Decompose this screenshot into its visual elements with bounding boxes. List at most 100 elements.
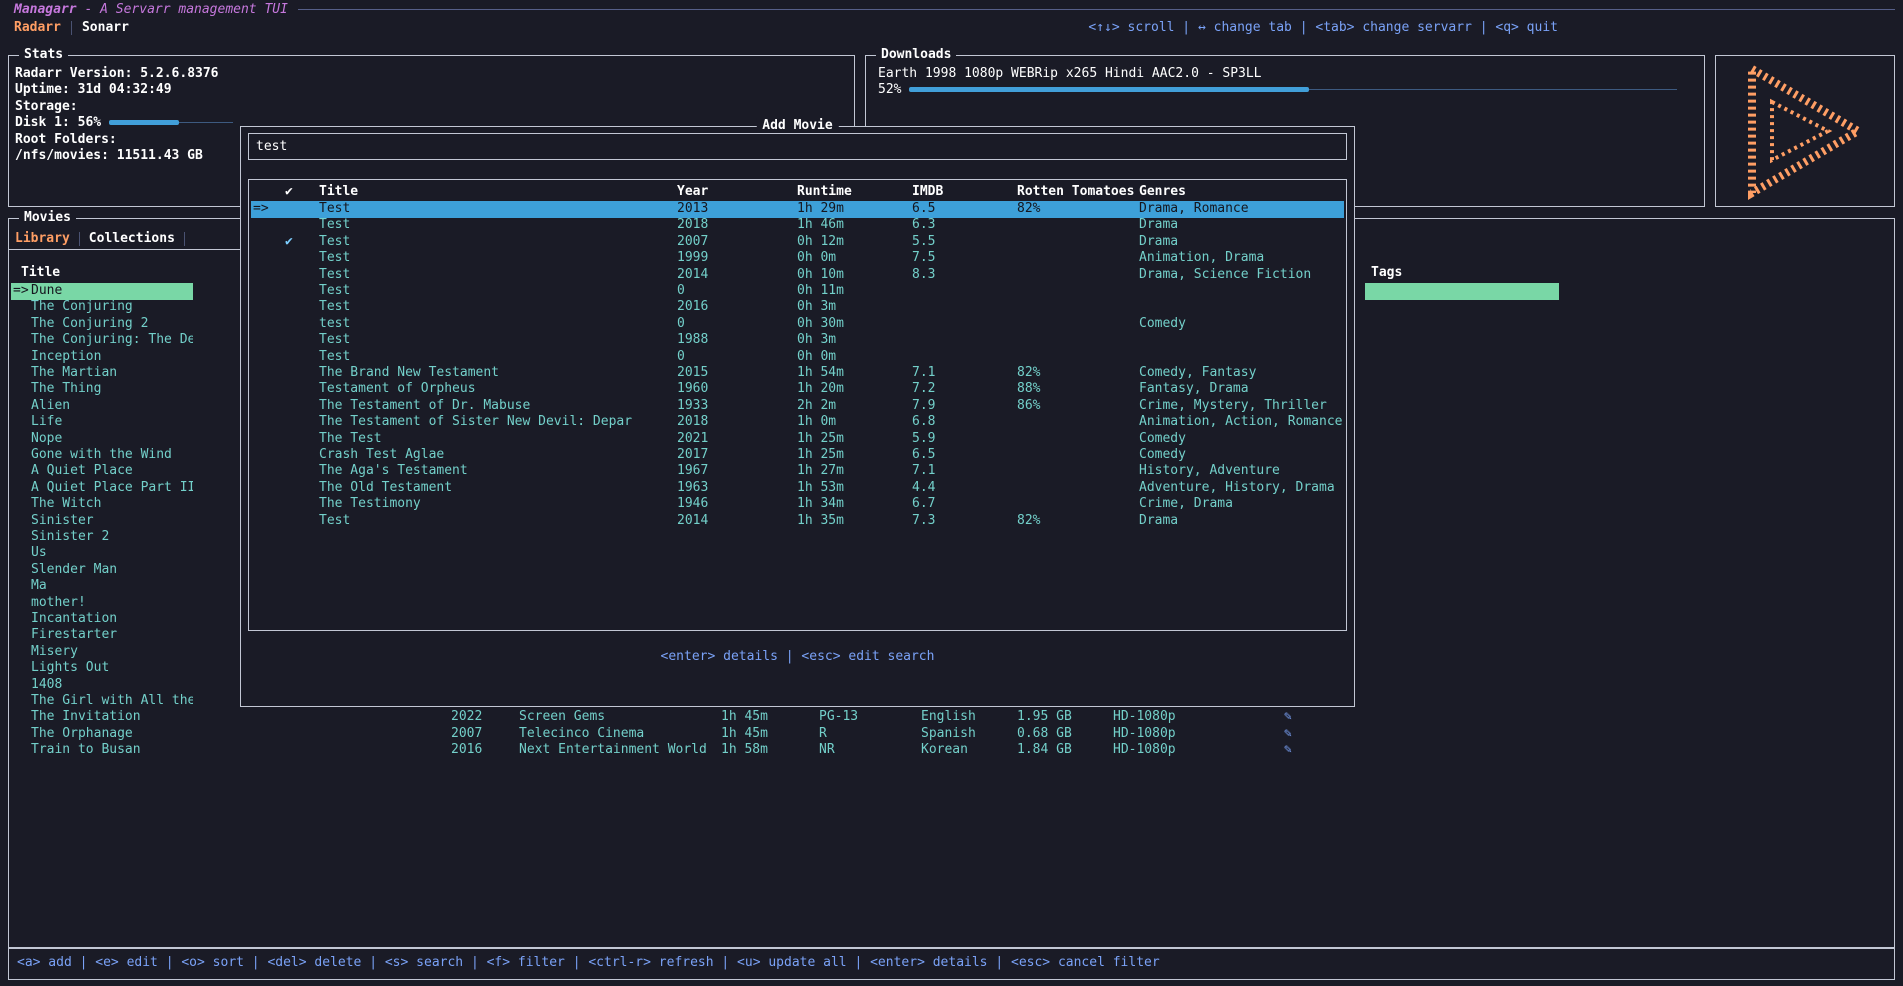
list-item[interactable]: The Conjuring bbox=[11, 299, 193, 316]
list-item[interactable]: Firestarter bbox=[11, 627, 193, 644]
titlebar: Managarr - A Servarr management TUI bbox=[14, 1, 1895, 18]
movie-year: 2007 bbox=[451, 726, 482, 742]
search-result-row[interactable]: The Testament of Sister New Devil: Depar… bbox=[251, 414, 1344, 431]
result-genres: Crime, Drama bbox=[1139, 496, 1233, 512]
keybind-hints-top: <↑↓> scroll | ↔ change tab | <tab> chang… bbox=[1088, 20, 1558, 36]
search-result-row[interactable]: test 0 0h 30m Comedy bbox=[251, 316, 1344, 333]
result-imdb: 7.9 bbox=[912, 398, 935, 414]
result-genres: Comedy bbox=[1139, 316, 1186, 332]
result-runtime: 0h 30m bbox=[797, 316, 844, 332]
list-item[interactable]: Gone with the Wind bbox=[11, 447, 193, 464]
movie-title: Us bbox=[31, 545, 47, 561]
list-item[interactable]: The Girl with All the bbox=[11, 693, 193, 710]
movie-certification: R bbox=[819, 726, 827, 742]
list-item[interactable]: Incantation bbox=[11, 611, 193, 628]
title-rule bbox=[298, 9, 1895, 10]
movie-title: Incantation bbox=[31, 611, 117, 627]
result-runtime: 1h 46m bbox=[797, 217, 844, 233]
movie-title: Sinister bbox=[31, 513, 94, 529]
list-item[interactable]: => Dune bbox=[11, 283, 193, 300]
list-item[interactable]: Alien bbox=[11, 398, 193, 415]
result-year: 1946 bbox=[677, 496, 708, 512]
bottom-help-bar: <a> add | <e> edit | <o> sort | <del> de… bbox=[8, 948, 1895, 980]
search-result-row[interactable]: Test 0 0h 11m bbox=[251, 283, 1344, 300]
list-item[interactable]: Sinister bbox=[11, 513, 193, 530]
result-rotten-tomatoes: 82% bbox=[1017, 365, 1040, 381]
search-result-row[interactable]: Test 2014 0h 10m 8.3 Drama, Science Fict… bbox=[251, 267, 1344, 284]
list-item[interactable]: Misery bbox=[11, 644, 193, 661]
movie-title: The Conjuring: The De bbox=[31, 332, 193, 348]
list-item[interactable]: Ma bbox=[11, 578, 193, 595]
result-title: The Test bbox=[319, 431, 382, 447]
movie-language: Korean bbox=[921, 742, 968, 758]
result-genres: Drama bbox=[1139, 234, 1178, 250]
search-result-row[interactable]: Crash Test Aglae 2017 1h 25m 6.5 Comedy bbox=[251, 447, 1344, 464]
result-title: The Testimony bbox=[319, 496, 421, 512]
tags-cell-selected[interactable] bbox=[1365, 283, 1559, 300]
list-item[interactable]: Sinister 2 bbox=[11, 529, 193, 546]
list-item[interactable]: Life bbox=[11, 414, 193, 431]
table-row[interactable]: 2007 Telecinco Cinema 1h 45m R Spanish 0… bbox=[9, 726, 1894, 743]
tab-radarr[interactable]: Radarr bbox=[14, 20, 61, 36]
list-item[interactable]: Lights Out bbox=[11, 660, 193, 677]
list-item[interactable]: The Thing bbox=[11, 381, 193, 398]
result-rotten-tomatoes: 82% bbox=[1017, 201, 1040, 217]
movie-title: The Martian bbox=[31, 365, 117, 381]
search-result-row[interactable]: The Old Testament 1963 1h 53m 4.4 Advent… bbox=[251, 480, 1344, 497]
result-genres: Comedy bbox=[1139, 447, 1186, 463]
column-header-tags: Tags bbox=[1371, 265, 1402, 281]
search-result-row[interactable]: Test 2018 1h 46m 6.3 Drama bbox=[251, 217, 1344, 234]
search-result-row[interactable]: => Test 2013 1h 29m 6.5 82% Drama, Roman… bbox=[251, 201, 1344, 218]
list-item[interactable]: The Witch bbox=[11, 496, 193, 513]
result-imdb: 6.5 bbox=[912, 201, 935, 217]
table-row[interactable]: 2022 Screen Gems 1h 45m PG-13 English 1.… bbox=[9, 709, 1894, 726]
search-result-row[interactable]: Test 1988 0h 3m bbox=[251, 332, 1344, 349]
list-item[interactable]: Us bbox=[11, 545, 193, 562]
search-result-row[interactable]: Test 1999 0h 0m 7.5 Animation, Drama bbox=[251, 250, 1344, 267]
result-genres: Drama, Romance bbox=[1139, 201, 1249, 217]
selection-marker: => bbox=[13, 283, 29, 299]
list-item[interactable]: mother! bbox=[11, 595, 193, 612]
logo-panel bbox=[1715, 55, 1895, 207]
list-item[interactable]: A Quiet Place bbox=[11, 463, 193, 480]
movie-runtime: 1h 45m bbox=[721, 709, 768, 725]
movie-title: A Quiet Place bbox=[31, 463, 133, 479]
movie-title: Inception bbox=[31, 349, 101, 365]
search-result-row[interactable]: Test 2016 0h 3m bbox=[251, 299, 1344, 316]
search-result-row[interactable]: ✔ Test 2007 0h 12m 5.5 Drama bbox=[251, 234, 1344, 251]
list-item[interactable]: Inception bbox=[11, 349, 193, 366]
list-item[interactable]: The Martian bbox=[11, 365, 193, 382]
pencil-icon: ✎ bbox=[1284, 742, 1292, 758]
list-item[interactable]: The Conjuring 2 bbox=[11, 316, 193, 333]
search-result-row[interactable]: Test 2014 1h 35m 7.3 82% Drama bbox=[251, 513, 1344, 530]
search-result-row[interactable]: The Aga's Testament 1967 1h 27m 7.1 Hist… bbox=[251, 463, 1344, 480]
list-item[interactable]: Nope bbox=[11, 431, 193, 448]
result-runtime: 1h 25m bbox=[797, 447, 844, 463]
download-progress: 52% bbox=[878, 82, 1694, 98]
result-title: Test bbox=[319, 349, 350, 365]
search-result-row[interactable]: The Testimony 1946 1h 34m 6.7 Crime, Dra… bbox=[251, 496, 1344, 513]
result-title: The Testament of Sister New Devil: Depar bbox=[319, 414, 632, 430]
tab-sonarr[interactable]: Sonarr bbox=[82, 20, 129, 36]
search-result-row[interactable]: Testament of Orpheus 1960 1h 20m 7.2 88%… bbox=[251, 381, 1344, 398]
search-result-row[interactable]: The Brand New Testament 2015 1h 54m 7.1 … bbox=[251, 365, 1344, 382]
pencil-icon: ✎ bbox=[1284, 709, 1292, 725]
list-item[interactable]: Slender Man bbox=[11, 562, 193, 579]
list-item[interactable]: 1408 bbox=[11, 677, 193, 694]
search-input[interactable] bbox=[248, 133, 1347, 160]
search-result-row[interactable]: The Test 2021 1h 25m 5.9 Comedy bbox=[251, 431, 1344, 448]
result-year: 2007 bbox=[677, 234, 708, 250]
stats-version: Radarr Version: 5.2.6.8376 bbox=[15, 66, 848, 82]
result-runtime: 0h 12m bbox=[797, 234, 844, 250]
check-icon: ✔ bbox=[285, 234, 293, 250]
search-result-row[interactable]: The Testament of Dr. Mabuse 1933 2h 2m 7… bbox=[251, 398, 1344, 415]
search-result-row[interactable]: Test 0 0h 0m bbox=[251, 349, 1344, 366]
list-item[interactable]: A Quiet Place Part II bbox=[11, 480, 193, 497]
list-item[interactable]: The Conjuring: The De bbox=[11, 332, 193, 349]
selection-marker: => bbox=[253, 201, 269, 217]
movie-size: 1.95 GB bbox=[1017, 709, 1072, 725]
table-row[interactable]: 2016 Next Entertainment World 1h 58m NR … bbox=[9, 742, 1894, 759]
result-runtime: 0h 11m bbox=[797, 283, 844, 299]
tab-library[interactable]: Library bbox=[15, 231, 70, 247]
tab-collections[interactable]: Collections bbox=[89, 231, 175, 247]
